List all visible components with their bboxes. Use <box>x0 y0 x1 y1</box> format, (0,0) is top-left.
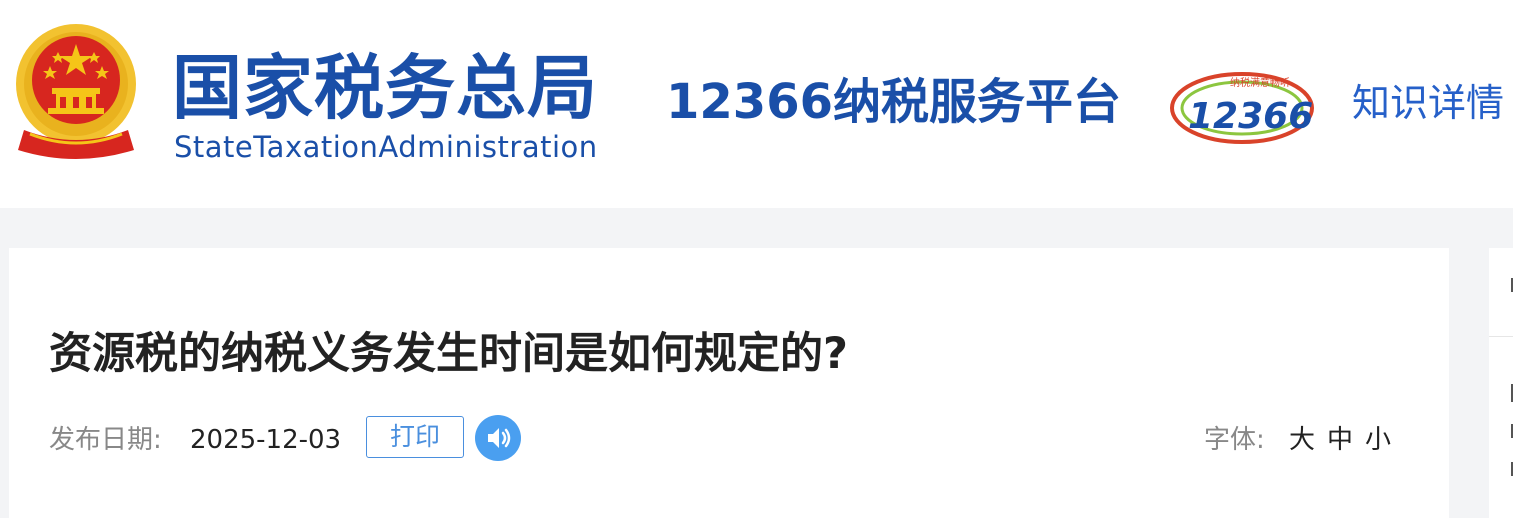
read-aloud-button[interactable] <box>475 415 521 461</box>
platform-12366-logo-icon: 纳税满意畅听 12366 <box>1170 72 1314 144</box>
article-title: 资源税的纳税义务发生时间是如何规定的? <box>49 329 848 379</box>
font-size-label: 字体: <box>1204 425 1265 455</box>
sidebar-card <box>1489 248 1513 518</box>
font-size-medium[interactable]: 中 <box>1327 422 1353 458</box>
publish-date-value: 2025-12-03 <box>190 425 342 455</box>
nav-link-knowledge-detail[interactable]: 知识详情 <box>1352 78 1504 128</box>
national-emblem-icon <box>16 24 136 159</box>
platform-logo-number: 12366 <box>1188 96 1313 137</box>
platform-title: 12366纳税服务平台 <box>666 74 1121 130</box>
print-button[interactable]: 打印 <box>366 416 464 458</box>
font-size-small[interactable]: 小 <box>1365 422 1391 458</box>
font-size-large[interactable]: 大 <box>1289 422 1315 458</box>
sidebar-divider <box>1489 336 1513 337</box>
speaker-icon <box>488 428 511 448</box>
article-card: 资源税的纳税义务发生时间是如何规定的? 发布日期: 2025-12-03 打印 … <box>9 248 1449 518</box>
publish-date-label: 发布日期: <box>49 425 162 455</box>
org-name-en: StateTaxationAdministration <box>174 130 598 164</box>
site-header: 国家税务总局 StateTaxationAdministration 12366… <box>0 0 1513 208</box>
org-name-cn: 国家税务总局 <box>172 47 598 129</box>
svg-text:纳税满意畅听: 纳税满意畅听 <box>1230 76 1290 89</box>
